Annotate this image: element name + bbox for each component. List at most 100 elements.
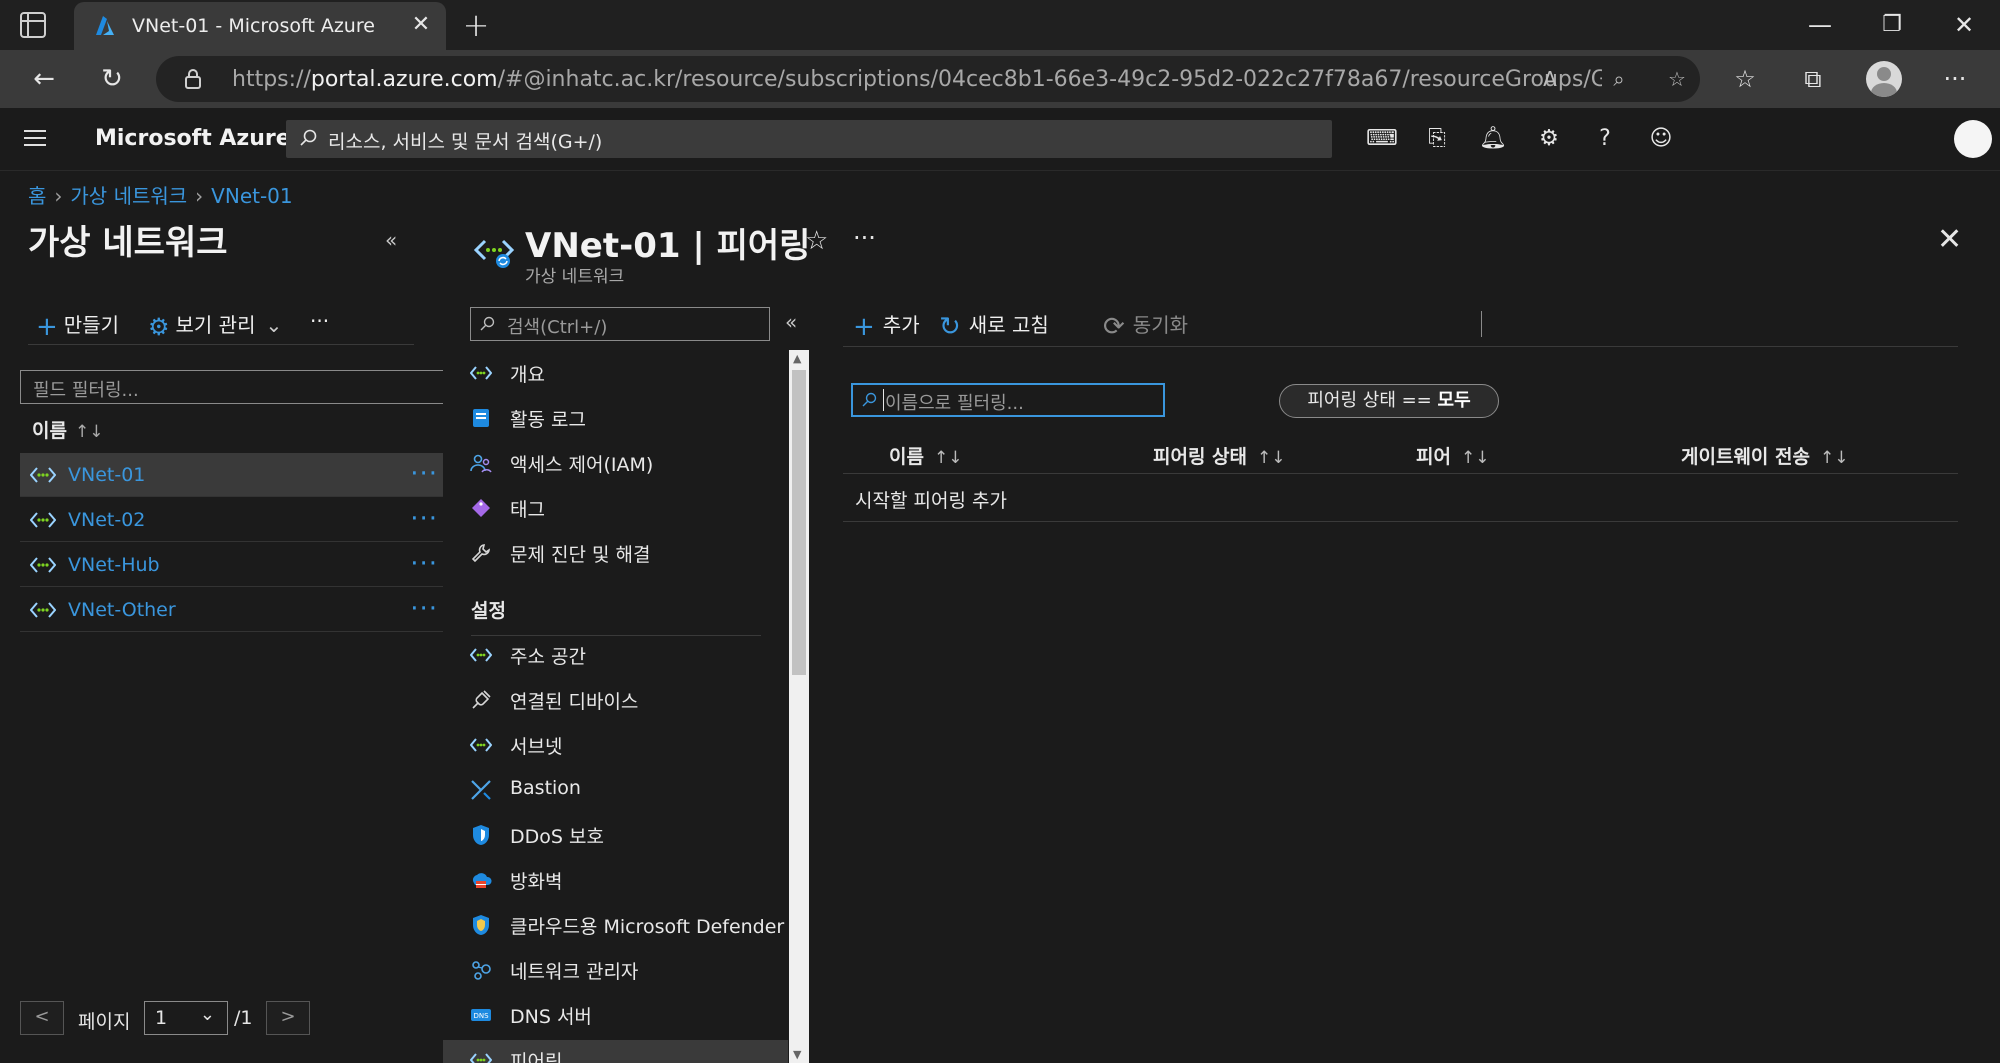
cloud-shell-icon[interactable]: ⌨ <box>1366 124 1398 154</box>
refresh-icon[interactable]: ↻ <box>95 62 129 96</box>
blade-more-icon[interactable]: ··· <box>853 224 876 252</box>
sync-icon: ⟳ <box>1103 312 1125 342</box>
azure-brand[interactable]: Microsoft Azure <box>95 126 291 151</box>
name-column-header[interactable]: 이름 ↑↓ <box>32 416 103 443</box>
sync-button[interactable]: ⟳ 동기화 <box>1103 309 1188 342</box>
left-more-button[interactable]: ··· <box>310 309 329 333</box>
column-gateway-transit-header[interactable]: 게이트웨이 전송 ↑↓ <box>1681 442 1848 469</box>
scrollbar-thumb[interactable] <box>792 370 806 675</box>
menu-search-input[interactable]: 검색(Ctrl+/) <box>470 307 770 341</box>
account-avatar[interactable] <box>1954 120 1992 158</box>
browser-tab[interactable]: VNet-01 - Microsoft Azure ✕ <box>74 2 446 50</box>
restore-icon[interactable]: ❐ <box>1872 8 1912 42</box>
left-blade-title: 가상 네트워크 <box>28 223 228 263</box>
menu-item[interactable]: Bastion <box>470 770 770 810</box>
vnet-icon <box>469 1049 493 1063</box>
row-more-icon[interactable]: ··· <box>410 459 438 489</box>
favorites-icon[interactable]: ☆ <box>1730 64 1760 94</box>
url-text: https://portal.azure.com/#@inhatc.ac.kr/… <box>232 67 1602 92</box>
vnet-list-row[interactable]: VNet-Hub ··· <box>20 543 444 587</box>
menu-item[interactable]: 클라우드용 Microsoft Defender <box>470 905 784 945</box>
menu-item[interactable]: 방화벽 <box>470 860 770 900</box>
directory-filter-icon[interactable]: ⎘ <box>1422 124 1452 154</box>
zoom-out-icon[interactable]: ⌕ <box>1606 66 1632 92</box>
vnet-name-link[interactable]: VNet-01 <box>68 464 145 486</box>
manage-view-button[interactable]: ⚙ 보기 관리 ⌄ <box>148 309 282 341</box>
menu-item[interactable]: 피어링 <box>443 1040 788 1063</box>
menu-item[interactable]: 액세스 제어(IAM) <box>470 443 770 483</box>
row-more-icon[interactable]: ··· <box>410 504 438 534</box>
peering-grid-header: 이름 ↑↓ 피어링 상태 ↑↓ 피어 ↑↓ 게이트웨이 전송 ↑↓ <box>843 434 1958 474</box>
breadcrumb-home[interactable]: 홈 <box>28 184 46 208</box>
collapse-left-blade-icon[interactable]: « <box>385 228 397 252</box>
row-more-icon[interactable]: ··· <box>410 549 438 579</box>
create-button[interactable]: + 만들기 <box>36 309 119 342</box>
menu-item[interactable]: 주소 공간 <box>469 635 770 675</box>
name-filter-input[interactable]: 이름으로 필터링... <box>851 383 1165 417</box>
prev-page-button[interactable]: < <box>20 1001 64 1035</box>
chevron-down-icon: ⌄ <box>199 1004 215 1025</box>
profile-avatar[interactable] <box>1866 61 1902 97</box>
menu-item[interactable]: 서브넷 <box>469 725 770 765</box>
vnet-list-row[interactable]: VNet-01 ··· <box>20 453 444 497</box>
dns-icon: DNS <box>470 1004 492 1026</box>
vnet-list-row[interactable]: VNet-02 ··· <box>20 498 444 542</box>
menu-item[interactable]: 문제 진단 및 해결 <box>470 533 770 573</box>
settings-more-icon[interactable]: ··· <box>1940 64 1970 94</box>
tab-actions-icon[interactable] <box>20 12 46 38</box>
scroll-up-icon[interactable]: ▲ <box>793 352 801 365</box>
column-peering-status-header[interactable]: 피어링 상태 ↑↓ <box>1153 442 1286 469</box>
plus-icon: + <box>853 312 875 342</box>
gear-icon: ⚙ <box>148 313 170 341</box>
vnet-icon <box>469 644 493 666</box>
help-icon[interactable]: ? <box>1590 124 1620 154</box>
menu-item[interactable]: DDoS 보호 <box>470 815 770 855</box>
menu-item[interactable]: 네트워크 관리자 <box>470 950 770 990</box>
window-close-icon[interactable]: ✕ <box>1944 8 1984 42</box>
activity-log-icon <box>470 407 492 429</box>
portal-menu-icon[interactable] <box>24 130 46 148</box>
vnet-name-link[interactable]: VNet-02 <box>68 509 145 531</box>
refresh-icon: ↻ <box>939 312 961 342</box>
notifications-icon[interactable]: 🔔︎ <box>1478 124 1508 154</box>
settings-icon[interactable]: ⚙ <box>1534 124 1564 154</box>
vnet-name-link[interactable]: VNet-Other <box>68 599 176 621</box>
shield-icon <box>470 824 492 846</box>
back-icon[interactable]: ← <box>27 62 61 96</box>
menu-item[interactable]: 개요 <box>469 353 770 393</box>
peering-status-filter-pill[interactable]: 피어링 상태 == 모두 <box>1279 384 1499 418</box>
collapse-menu-icon[interactable]: « <box>785 310 797 334</box>
close-blade-icon[interactable]: ✕ <box>1937 222 1962 257</box>
breadcrumb-vnet-01[interactable]: VNet-01 <box>211 184 292 208</box>
menu-scrollbar[interactable]: ▲ ▼ <box>789 350 809 1063</box>
row-more-icon[interactable]: ··· <box>410 594 438 624</box>
field-filter-placeholder: 필드 필터링... <box>33 380 139 401</box>
scroll-down-icon[interactable]: ▼ <box>793 1048 801 1061</box>
menu-item[interactable]: 연결된 디바이스 <box>470 680 770 720</box>
search-icon <box>300 129 317 146</box>
menu-item[interactable]: 태그 <box>470 488 770 528</box>
new-tab-icon[interactable]: + <box>461 9 491 41</box>
refresh-button[interactable]: ↻ 새로 고침 <box>939 309 1049 342</box>
next-page-button[interactable]: > <box>266 1001 310 1035</box>
breadcrumb-virtual-networks[interactable]: 가상 네트워크 <box>70 184 187 208</box>
page-select[interactable]: 1 ⌄ <box>144 1001 228 1035</box>
vnet-name-link[interactable]: VNet-Hub <box>68 554 160 576</box>
column-peer-header[interactable]: 피어 ↑↓ <box>1416 442 1489 469</box>
collections-icon[interactable]: ⧉ <box>1798 64 1828 94</box>
add-peering-button[interactable]: + 추가 <box>853 309 920 342</box>
favorite-star-icon[interactable]: ☆ <box>805 226 828 256</box>
add-favorite-icon[interactable]: ☆ <box>1664 66 1690 92</box>
field-filter-input[interactable]: 필드 필터링... <box>20 370 444 404</box>
global-search-input[interactable]: 리소스, 서비스 및 문서 검색(G+/) <box>286 120 1332 158</box>
column-name-header[interactable]: 이름 ↑↓ <box>889 442 962 469</box>
tab-close-icon[interactable]: ✕ <box>408 12 434 38</box>
feedback-icon[interactable]: ☺ <box>1646 124 1676 154</box>
menu-item[interactable]: DNS DNS 서버 <box>470 995 770 1035</box>
menu-item[interactable]: 활동 로그 <box>470 398 770 438</box>
url-field[interactable]: https://portal.azure.com/#@inhatc.ac.kr/… <box>156 56 1700 102</box>
read-aloud-icon[interactable]: A <box>1537 66 1563 92</box>
sort-icon: ↑↓ <box>74 422 104 442</box>
minimize-icon[interactable]: — <box>1800 8 1840 42</box>
vnet-list-row[interactable]: VNet-Other ··· <box>20 588 444 632</box>
